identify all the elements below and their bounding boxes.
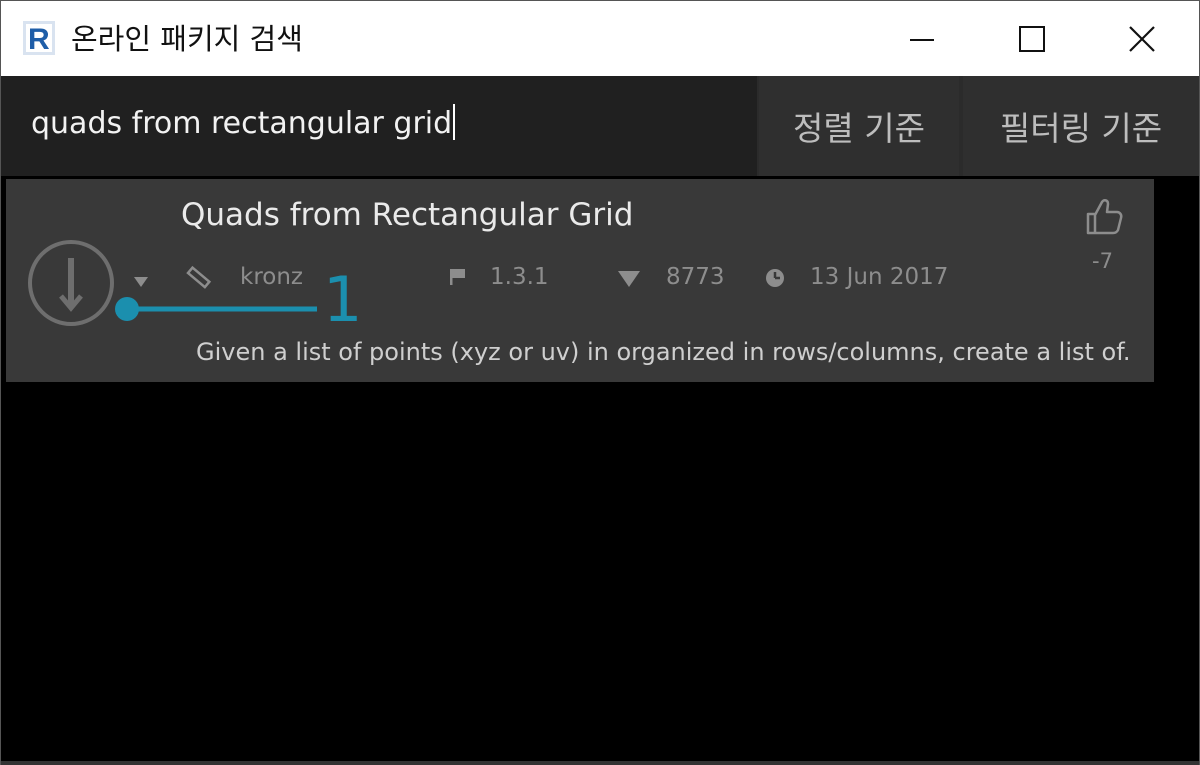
download-icon[interactable] [26, 238, 116, 328]
package-date: 13 Jun 2017 [810, 264, 949, 290]
close-icon [1129, 25, 1155, 52]
sort-button[interactable]: 정렬 기준 [759, 76, 959, 176]
close-button[interactable] [1087, 1, 1197, 76]
minimize-icon [910, 38, 934, 41]
clock-icon [766, 269, 784, 287]
thumbs-up-icon[interactable] [1084, 197, 1124, 237]
window-title: 온라인 패키지 검색 [71, 22, 303, 56]
package-downloads: 8773 [666, 264, 725, 290]
maximize-button[interactable] [977, 1, 1087, 76]
text-caret [453, 103, 456, 140]
bottom-border [1, 761, 1199, 765]
search-input-value: quads from rectangular grid [31, 106, 453, 141]
downloads-triangle-icon [618, 271, 640, 287]
title-bar: R 온라인 패키지 검색 [1, 1, 1199, 76]
package-version: 1.3.1 [490, 264, 549, 290]
package-description: Given a list of points (xyz or uv) in or… [196, 338, 1131, 366]
vote-count: -7 [1092, 249, 1113, 273]
callout-number: 1 [323, 263, 363, 336]
search-input[interactable]: quads from rectangular grid [1, 76, 757, 176]
maximize-icon [1019, 25, 1045, 52]
package-title[interactable]: Quads from Rectangular Grid [181, 195, 633, 235]
minimize-button[interactable] [867, 1, 977, 76]
search-bar: quads from rectangular grid 정렬 기준 필터링 기준 [1, 76, 1199, 176]
filter-button[interactable]: 필터링 기준 [963, 76, 1199, 176]
svg-text:R: R [28, 23, 50, 55]
package-search-window: R 온라인 패키지 검색 quads from rectangular grid… [0, 0, 1200, 765]
flag-icon [450, 269, 465, 285]
revit-logo-icon: R [23, 21, 55, 55]
